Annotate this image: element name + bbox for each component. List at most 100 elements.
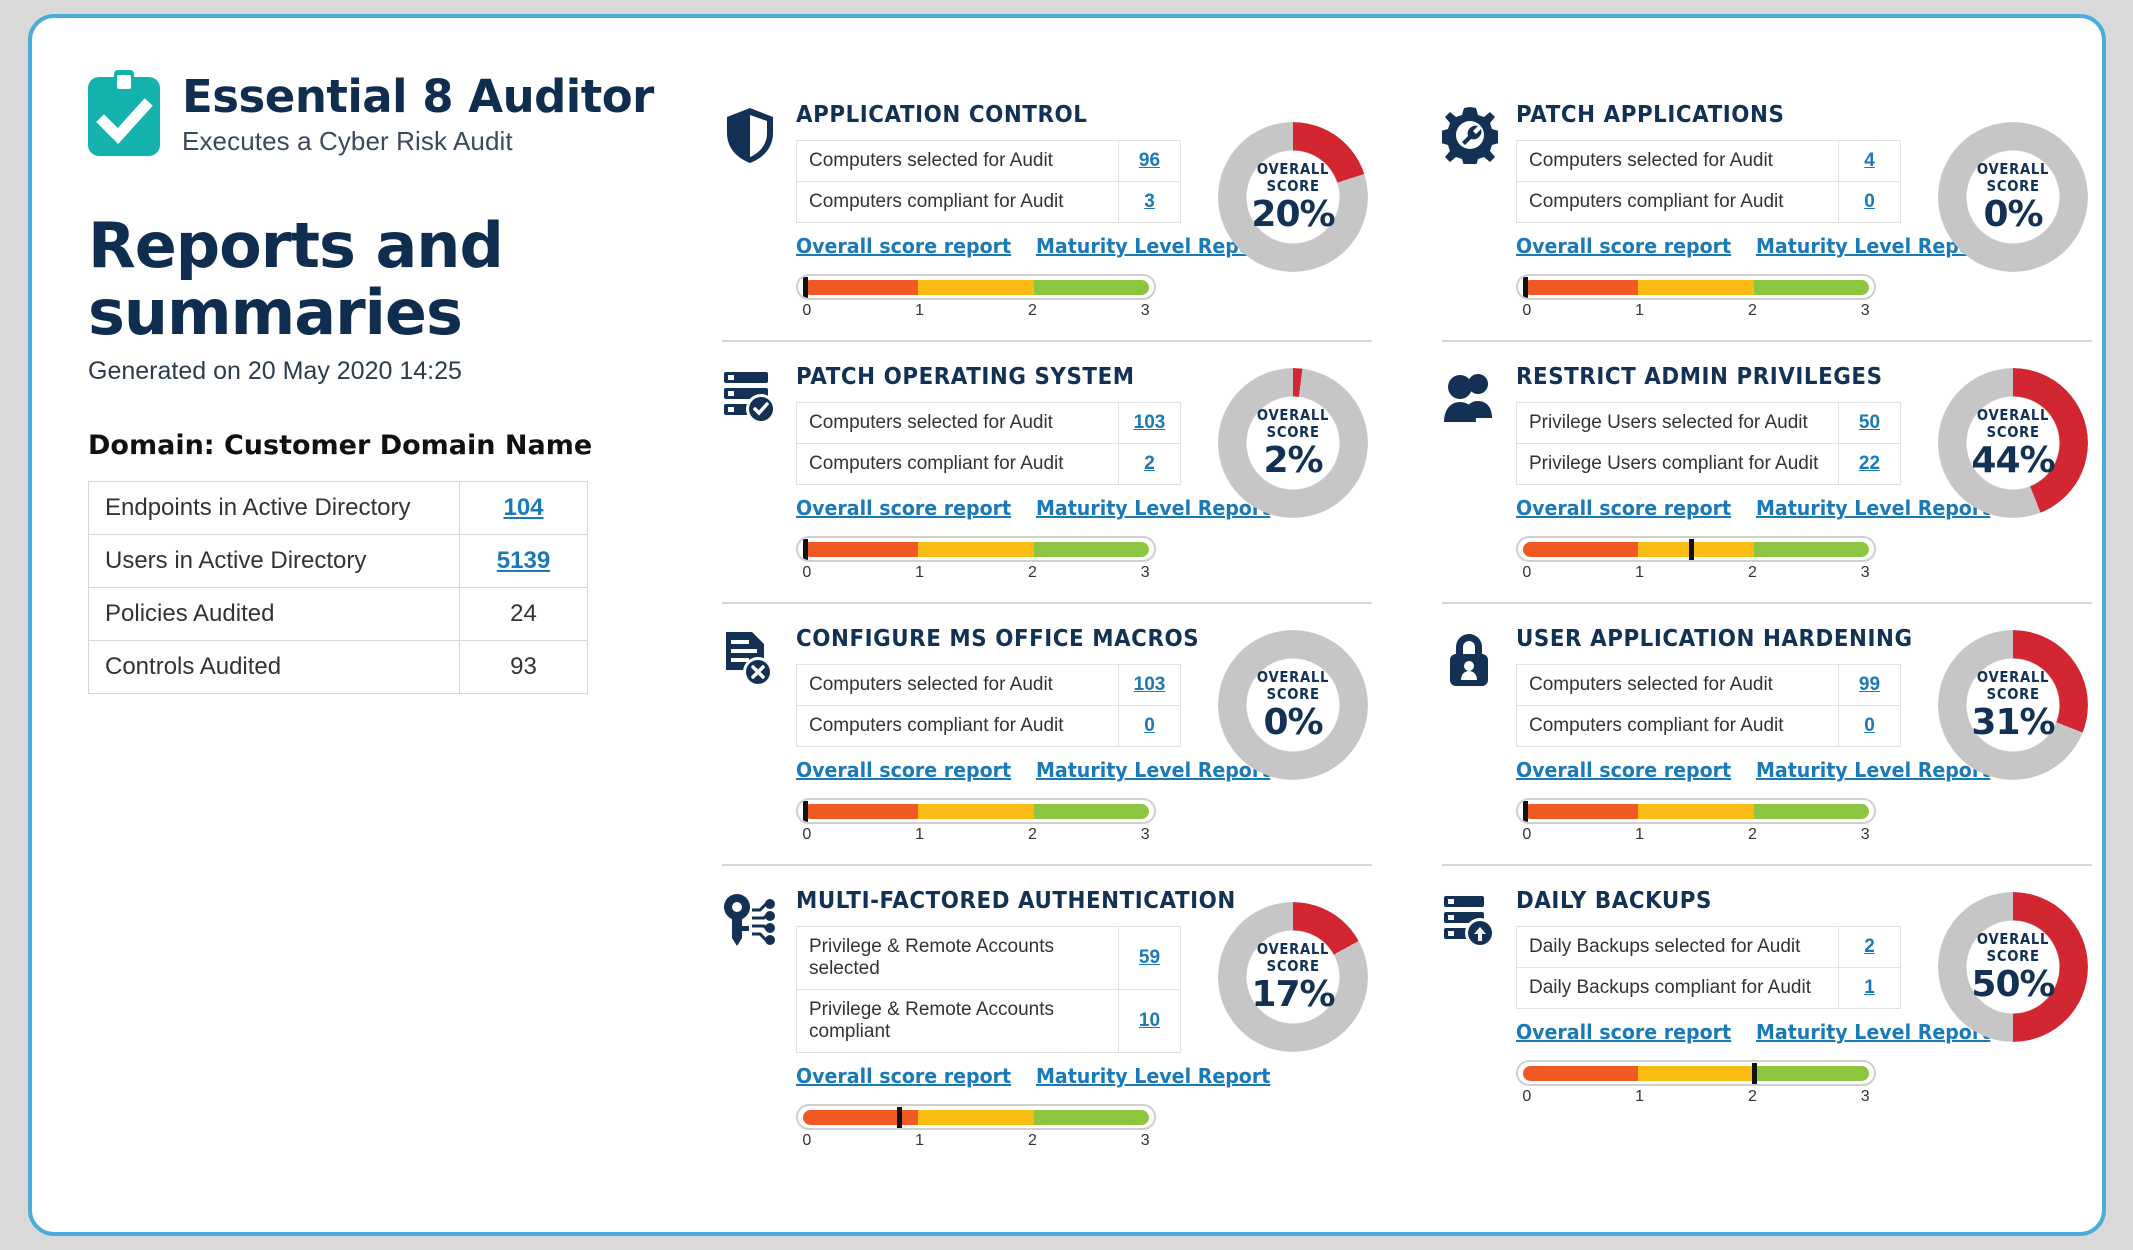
- overall-score-report-link[interactable]: Overall score report: [796, 496, 1011, 520]
- metric-value[interactable]: 99: [1838, 664, 1901, 706]
- metric-label: Computers compliant for Audit: [1516, 705, 1839, 747]
- maturity-tick: 3: [1140, 302, 1150, 319]
- control-card-links: Overall score report Maturity Level Repor…: [796, 1064, 1372, 1088]
- metric-label: Daily Backups selected for Audit: [1516, 926, 1839, 968]
- maturity-segment-level0: [803, 541, 919, 557]
- metric-row: Computers selected for Audit 4: [1516, 140, 1901, 182]
- overall-score-report-link[interactable]: Overall score report: [1516, 758, 1731, 782]
- metric-value[interactable]: 1: [1838, 967, 1901, 1009]
- metric-label: Computers compliant for Audit: [796, 705, 1119, 747]
- server-check-icon: [722, 368, 778, 426]
- summary-row: Policies Audited 24: [88, 586, 588, 641]
- control-metric-table: Computers selected for Audit 96 Computers …: [796, 140, 1181, 223]
- maturity-bar-segments: [1523, 279, 1869, 295]
- metric-value[interactable]: 4: [1838, 140, 1901, 182]
- report-page-frame: Essential 8 Auditor Executes a Cyber Ris…: [28, 14, 2106, 1236]
- summary-row: Users in Active Directory 5139: [88, 533, 588, 588]
- summary-row-value[interactable]: 5139: [459, 533, 588, 588]
- control-card-patch-operating-system: PATCH OPERATING SYSTEM Computers selected…: [722, 340, 1372, 588]
- metric-value[interactable]: 2: [1838, 926, 1901, 968]
- metric-label: Computers compliant for Audit: [1516, 181, 1839, 223]
- summary-row-value[interactable]: 104: [459, 480, 588, 535]
- metric-value[interactable]: 22: [1838, 443, 1901, 485]
- maturity-level-report-link[interactable]: Maturity Level Report: [1036, 1064, 1270, 1088]
- maturity-segment-level1: [918, 541, 1034, 557]
- control-metric-table: Daily Backups selected for Audit 2 Daily B…: [1516, 926, 1901, 1009]
- metric-row: Computers compliant for Audit 3: [796, 181, 1181, 223]
- overall-score-donut: OVERALL SCORE 0%: [1938, 122, 2088, 272]
- donut-ring: [1218, 630, 1368, 780]
- maturity-bar-track: [796, 1104, 1156, 1130]
- brand-subtitle: Executes a Cyber Risk Audit: [182, 125, 513, 156]
- maturity-segment-level2: [1753, 279, 1869, 295]
- overall-score-report-link[interactable]: Overall score report: [796, 1064, 1011, 1088]
- overall-score-report-link[interactable]: Overall score report: [796, 758, 1011, 782]
- metric-value[interactable]: 96: [1118, 140, 1181, 182]
- maturity-level-bar: 0 1 2 3: [1516, 274, 1876, 326]
- metric-value[interactable]: 3: [1118, 181, 1181, 223]
- maturity-tick-labels: 0 1 2 3: [796, 564, 1156, 588]
- metric-value[interactable]: 0: [1118, 705, 1181, 747]
- overall-score-donut: OVERALL SCORE 0%: [1218, 630, 1368, 780]
- document-block-icon: [722, 630, 778, 688]
- overall-score-donut: OVERALL SCORE 17%: [1218, 902, 1368, 1052]
- maturity-level-bar: 0 1 2 3: [1516, 1060, 1876, 1112]
- maturity-bar-segments: [1523, 541, 1869, 557]
- metric-value[interactable]: 50: [1838, 402, 1901, 444]
- metric-value[interactable]: 103: [1118, 664, 1181, 706]
- maturity-level-bar: 0 1 2 3: [796, 1104, 1156, 1156]
- maturity-segment-level0: [1523, 541, 1639, 557]
- maturity-segment-level2: [1033, 803, 1149, 819]
- maturity-segment-level2: [1033, 541, 1149, 557]
- overall-score-report-link[interactable]: Overall score report: [796, 234, 1011, 258]
- brand-header: Essential 8 Auditor Executes a Cyber Ris…: [88, 70, 658, 157]
- metric-value[interactable]: 59: [1118, 926, 1181, 990]
- control-card-patch-applications: PATCH APPLICATIONS Computers selected for…: [1440, 96, 2092, 326]
- summary-row: Endpoints in Active Directory 104: [88, 480, 588, 535]
- maturity-bar-segments: [803, 803, 1149, 819]
- metric-row: Privilege Users selected for Audit 50: [1516, 402, 1901, 444]
- metric-value[interactable]: 0: [1838, 181, 1901, 223]
- metric-value[interactable]: 10: [1118, 989, 1181, 1053]
- control-metric-table: Computers selected for Audit 4 Computers c…: [1516, 140, 1901, 223]
- controls-column-left: APPLICATION CONTROL Computers selected fo…: [722, 96, 1372, 1156]
- maturity-tick: 1: [915, 564, 925, 581]
- control-card-multi-factored-authentication: MULTI-FACTORED AUTHENTICATION Privilege &…: [722, 864, 1372, 1156]
- metric-label: Privilege Users compliant for Audit: [1516, 443, 1839, 485]
- metric-row: Computers selected for Audit 96: [796, 140, 1181, 182]
- maturity-tick: 1: [1635, 564, 1645, 581]
- metric-row: Daily Backups compliant for Audit 1: [1516, 967, 1901, 1009]
- control-card-restrict-admin-privileges: RESTRICT ADMIN PRIVILEGES Privilege Users…: [1442, 340, 2092, 588]
- metric-label: Computers selected for Audit: [1516, 664, 1839, 706]
- report-left-panel: Essential 8 Auditor Executes a Cyber Ris…: [88, 70, 658, 694]
- metric-label: Computers selected for Audit: [796, 140, 1119, 182]
- maturity-level-bar: 0 1 2 3: [796, 536, 1156, 588]
- maturity-tick: 2: [1027, 1132, 1037, 1149]
- maturity-marker: [803, 801, 808, 822]
- metric-row: Daily Backups selected for Audit 2: [1516, 926, 1901, 968]
- clipboard-check-icon: [88, 70, 160, 156]
- summary-row-label: Endpoints in Active Directory: [88, 480, 460, 535]
- overall-score-report-link[interactable]: Overall score report: [1516, 234, 1731, 258]
- key-circuit-icon: [722, 892, 778, 950]
- maturity-marker: [1523, 277, 1528, 298]
- overall-score-report-link[interactable]: Overall score report: [1516, 496, 1731, 520]
- shield-icon: [722, 106, 778, 164]
- maturity-tick: 1: [1635, 1088, 1645, 1105]
- maturity-tick: 3: [1860, 1088, 1870, 1105]
- maturity-marker: [803, 539, 808, 560]
- maturity-segment-level0: [1523, 279, 1639, 295]
- overall-score-report-link[interactable]: Overall score report: [1516, 1020, 1731, 1044]
- maturity-tick-labels: 0 1 2 3: [1516, 1088, 1876, 1112]
- metric-value[interactable]: 103: [1118, 402, 1181, 444]
- control-metric-table: Computers selected for Audit 103 Computers…: [796, 664, 1181, 747]
- maturity-tick: 0: [1522, 1088, 1532, 1105]
- maturity-marker: [803, 277, 808, 298]
- metric-label: Computers selected for Audit: [796, 402, 1119, 444]
- summary-row-value: 93: [459, 639, 588, 694]
- maturity-segment-level2: [1033, 279, 1149, 295]
- maturity-tick: 2: [1027, 564, 1037, 581]
- maturity-marker: [897, 1107, 903, 1128]
- metric-value[interactable]: 2: [1118, 443, 1181, 485]
- metric-value[interactable]: 0: [1838, 705, 1901, 747]
